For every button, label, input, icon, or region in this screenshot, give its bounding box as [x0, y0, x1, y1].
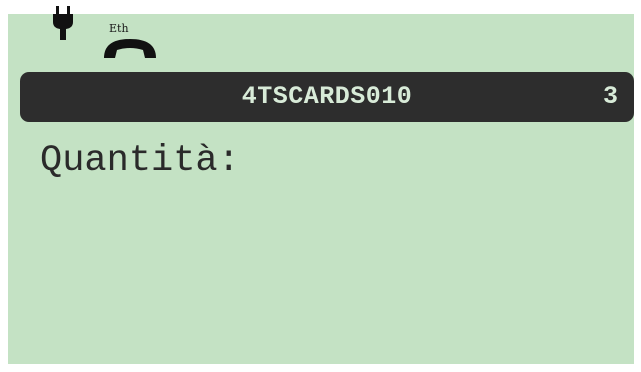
device-screen — [8, 14, 634, 364]
phone-handset-icon — [104, 39, 156, 58]
item-code: 4TSCARDS010 — [241, 82, 413, 111]
status-bar — [0, 0, 626, 52]
plug-icon — [53, 6, 73, 40]
count-badge: 3 — [602, 82, 618, 111]
quantity-prompt: Quantità: — [40, 140, 240, 182]
title-bar: 4TSCARDS010 3 — [20, 72, 634, 122]
